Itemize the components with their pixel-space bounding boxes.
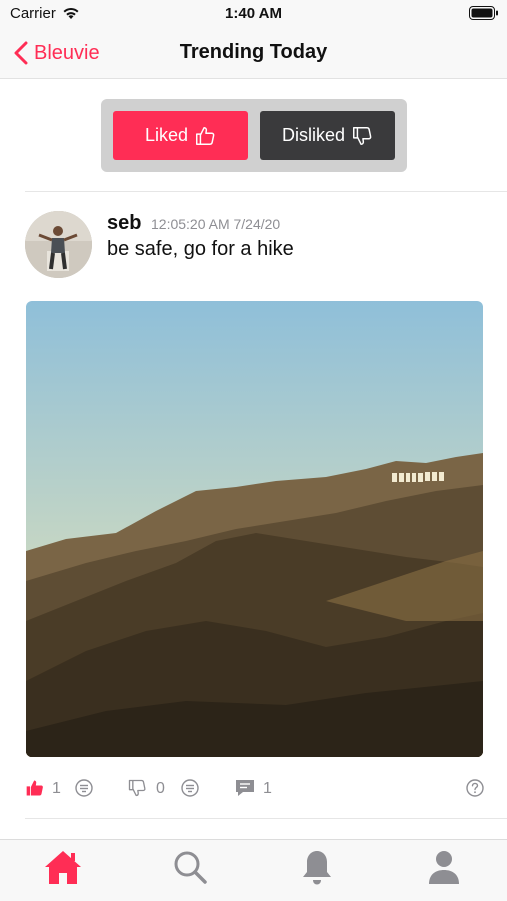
tab-search[interactable] <box>168 845 212 889</box>
bell-icon <box>303 851 331 885</box>
divider <box>25 818 507 819</box>
disliked-label: Disliked <box>281 125 346 145</box>
post-timestamp: 12:05:20 AM 7/24/20 <box>151 216 281 232</box>
post-text: be safe, go for a hike <box>107 238 294 260</box>
thumbs-down-icon <box>353 126 372 145</box>
liked-disliked-segment: Liked Disliked <box>101 99 407 172</box>
likes-list-icon[interactable] <box>74 778 94 798</box>
tab-notifications[interactable] <box>295 845 339 889</box>
tab-profile[interactable] <box>422 845 466 889</box>
home-icon <box>45 851 81 884</box>
help-icon[interactable] <box>465 778 485 798</box>
avatar[interactable] <box>25 211 92 278</box>
post-username[interactable]: seb <box>107 212 141 235</box>
post-image[interactable] <box>26 301 483 757</box>
profile-icon <box>429 851 459 884</box>
user-photo-icon <box>25 211 92 278</box>
battery-icon <box>469 6 498 20</box>
tab-home[interactable] <box>41 845 85 889</box>
post-actions: 1 0 1 <box>0 775 507 803</box>
comment-count: 1 <box>263 780 272 797</box>
thumbs-down-outline-icon[interactable] <box>127 778 147 798</box>
liked-label: Liked <box>144 125 189 145</box>
search-icon <box>174 851 207 884</box>
status-bar: Carrier 1:40 AM <box>0 0 507 28</box>
hollywood-hills-photo <box>26 301 483 757</box>
like-count: 1 <box>52 780 61 797</box>
disliked-tab[interactable]: Disliked <box>260 111 395 160</box>
divider <box>25 191 507 192</box>
dislike-count: 0 <box>156 780 165 797</box>
tab-bar <box>0 839 507 901</box>
navigation-bar: Bleuvie Trending Today <box>0 28 507 79</box>
dislikes-list-icon[interactable] <box>180 778 200 798</box>
status-time: 1:40 AM <box>225 5 282 22</box>
page-title: Trending Today <box>179 41 328 63</box>
liked-tab[interactable]: Liked <box>113 111 248 160</box>
thumbs-up-icon <box>196 126 215 145</box>
comment-icon[interactable] <box>234 778 256 798</box>
thumbs-up-filled-icon[interactable] <box>25 778 45 798</box>
